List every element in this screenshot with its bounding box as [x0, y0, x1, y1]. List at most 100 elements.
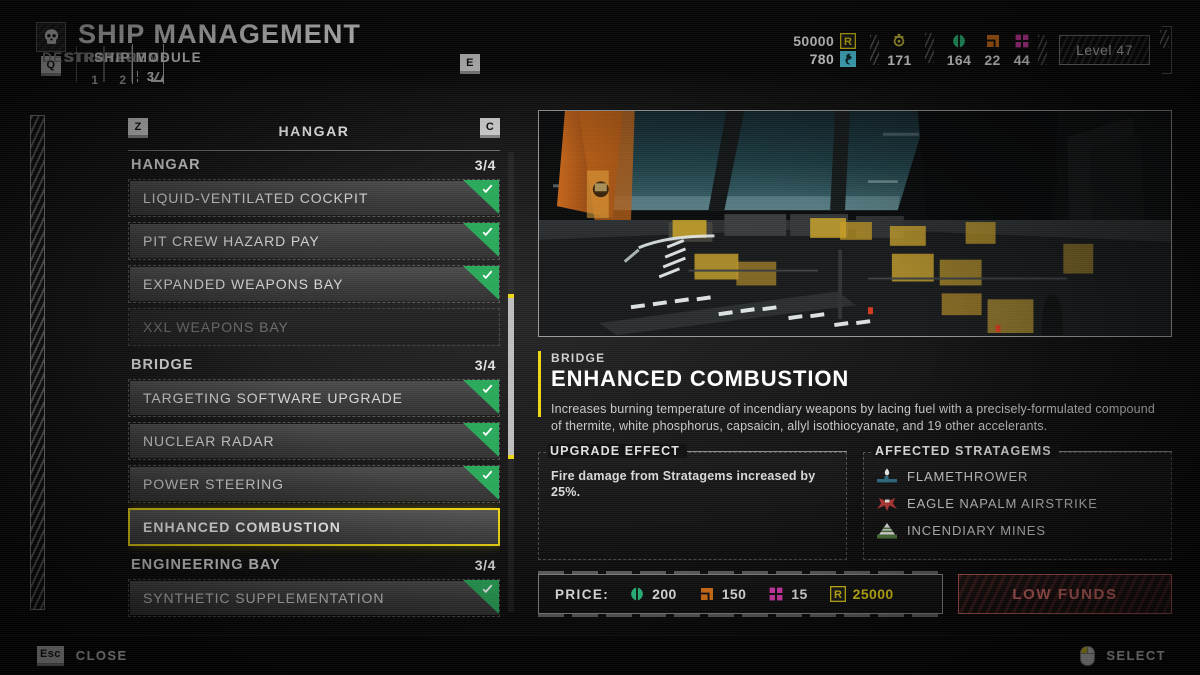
select-action[interactable]: SELECT	[1080, 645, 1166, 666]
stratagem-name: EAGLE NAPALM AIRSTRIKE	[907, 496, 1098, 511]
price-value: 15	[791, 586, 808, 602]
medal-row: 780	[810, 51, 857, 67]
price-value: 150	[721, 586, 747, 602]
list-item[interactable]: LIQUID-VENTILATED COCKPIT	[128, 179, 500, 217]
stratagem-row: EAGLE NAPALM AIRSTRIKE	[876, 490, 1161, 517]
stratagem-row: FLAMETHROWER	[876, 463, 1161, 490]
detail-title: ENHANCED COMBUSTION	[551, 366, 850, 391]
pink-sample: 44	[1014, 33, 1030, 68]
upgrade-effect-heading: UPGRADE EFFECT	[548, 444, 687, 458]
module-scroll-area[interactable]: HANGAR 3/4 LIQUID-VENTILATED COCKPIT PIT…	[128, 151, 500, 638]
list-item[interactable]: NUCLEAR RADAR	[128, 422, 500, 460]
price-value: 200	[652, 586, 677, 602]
accent-bar	[538, 351, 541, 417]
list-item[interactable]: PIT CREW HAZARD PAY	[128, 222, 500, 260]
list-item-label: LIQUID-VENTILATED COCKPIT	[143, 190, 369, 206]
section-count: 3/4	[474, 557, 496, 573]
price-value: 25000	[852, 586, 894, 602]
section-header-engineering-bay: ENGINEERING BAY 3/4	[128, 551, 500, 579]
footer-bar: Esc CLOSE SELECT	[0, 635, 1200, 675]
list-item-body: NUCLEAR RADAR	[130, 424, 498, 458]
list-item-body: PIT CREW HAZARD PAY	[130, 224, 498, 258]
section-name: HANGAR	[131, 157, 201, 173]
incendiary-mines-icon	[877, 523, 897, 539]
purchase-row: PRICE: 200 150 15 R 25000 LOW FUNDS	[538, 571, 1172, 617]
section-count: 3/4	[474, 357, 496, 373]
section-header-hangar: HANGAR 3/4	[128, 151, 500, 179]
svg-text:R: R	[834, 589, 842, 601]
requisition-icon: R	[829, 586, 846, 602]
stratagem-name: FLAMETHROWER	[907, 469, 1029, 484]
list-item-body: ENHANCED COMBUSTION	[130, 510, 498, 544]
price-label: PRICE:	[555, 586, 610, 602]
list-item-label: POWER STEERING	[143, 476, 284, 492]
list-item-label: SYNTHETIC SUPPLEMENTATION	[143, 590, 385, 606]
price-item: 200	[629, 586, 677, 602]
list-item-body: SYNTHETIC SUPPLEMENTATION	[130, 581, 498, 615]
list-item-selected[interactable]: ENHANCED COMBUSTION	[128, 508, 500, 546]
owned-check-icon	[463, 423, 499, 457]
header-bar: SHIP MANAGEMENT Q DESTROYER 1 STRATAGEMS…	[0, 0, 1200, 96]
section-name: ENGINEERING BAY	[131, 557, 281, 573]
common-sample: 171	[887, 33, 912, 68]
price-bar: PRICE: 200 150 15 R 25000	[538, 571, 943, 617]
pink-sample-icon	[1015, 34, 1029, 47]
list-item[interactable]: POWER STEERING	[128, 465, 500, 503]
upgrade-effect-text: Fire damage from Stratagems increased by…	[551, 469, 816, 500]
list-item-label: EXPANDED WEAPONS BAY	[143, 276, 344, 292]
purchase-button[interactable]: LOW FUNDS	[958, 574, 1172, 614]
header-corner-decoration	[1159, 26, 1172, 74]
module-preview-image	[538, 110, 1172, 337]
tab-ship-module[interactable]: SHIP MODULE 3	[94, 44, 201, 84]
owned-check-icon	[463, 223, 499, 257]
stratagem-name: INCENDIARY MINES	[907, 523, 1046, 538]
list-item-label: NUCLEAR RADAR	[143, 433, 275, 449]
close-action[interactable]: Esc CLOSE	[37, 645, 128, 666]
super-sample-icon	[986, 34, 999, 47]
pink-sample-value: 44	[1013, 51, 1031, 68]
list-item[interactable]: EXPANDED WEAPONS BAY	[128, 265, 500, 303]
select-label: SELECT	[1106, 648, 1166, 663]
medal-icon	[840, 51, 857, 67]
resource-divider	[924, 32, 934, 63]
section-header-bridge: BRIDGE 3/4	[128, 351, 500, 379]
scrollbar-thumb[interactable]	[508, 294, 514, 459]
resource-divider	[870, 35, 880, 65]
next-category-key[interactable]: C	[480, 118, 500, 138]
upgrade-effect-panel: UPGRADE EFFECT Fire damage from Stratage…	[538, 444, 847, 560]
common-sample-value: 171	[887, 51, 912, 68]
detail-title-block: BRIDGE ENHANCED COMBUSTION Increases bur…	[538, 351, 1172, 434]
ship-management-screen: SHIP MANAGEMENT Q DESTROYER 1 STRATAGEMS…	[0, 0, 1200, 675]
tab-hatch-decoration	[151, 72, 164, 82]
price-item: 150	[699, 586, 747, 602]
requisition-value: 50000	[793, 33, 835, 49]
tab-bar: DESTROYER 1 STRATAGEMS 2 SHIP MODULE 3	[42, 44, 201, 87]
list-item-label: PIT CREW HAZARD PAY	[143, 233, 320, 249]
list-item-label: TARGETING SOFTWARE UPGRADE	[143, 390, 403, 406]
list-item[interactable]: SYNTHETIC SUPPLEMENTATION	[128, 579, 500, 617]
rare-sample: 164	[947, 33, 972, 68]
requisition-row: 50000 R	[793, 33, 857, 49]
eagle-napalm-icon	[877, 498, 897, 511]
panel-body: Fire damage from Stratagems increased by…	[551, 468, 836, 501]
svg-text:R: R	[844, 36, 852, 48]
module-detail-panel: BRIDGE ENHANCED COMBUSTION Increases bur…	[538, 110, 1172, 617]
tab-underline-active	[137, 71, 138, 82]
list-item-label: XXL WEAPONS BAY	[143, 319, 289, 335]
next-tab-key[interactable]: E	[460, 54, 480, 74]
flamethrower-icon	[877, 468, 897, 483]
list-item[interactable]: TARGETING SOFTWARE UPGRADE	[128, 379, 500, 417]
list-scrollbar[interactable]	[508, 152, 514, 612]
owned-check-icon	[463, 266, 499, 300]
stratagem-row: INCENDIARY MINES	[876, 517, 1161, 544]
list-header: Z HANGAR C	[128, 118, 500, 148]
list-item-body: POWER STEERING	[130, 467, 498, 501]
list-item-locked[interactable]: XXL WEAPONS BAY	[128, 308, 500, 346]
rare-sample-icon	[953, 34, 965, 47]
owned-check-icon	[463, 180, 499, 214]
detail-description: Increases burning temperature of incendi…	[551, 402, 1155, 433]
prev-category-key[interactable]: Z	[128, 118, 148, 138]
esc-key[interactable]: Esc	[37, 645, 64, 666]
list-title: HANGAR	[278, 123, 350, 139]
owned-check-icon	[463, 580, 499, 614]
